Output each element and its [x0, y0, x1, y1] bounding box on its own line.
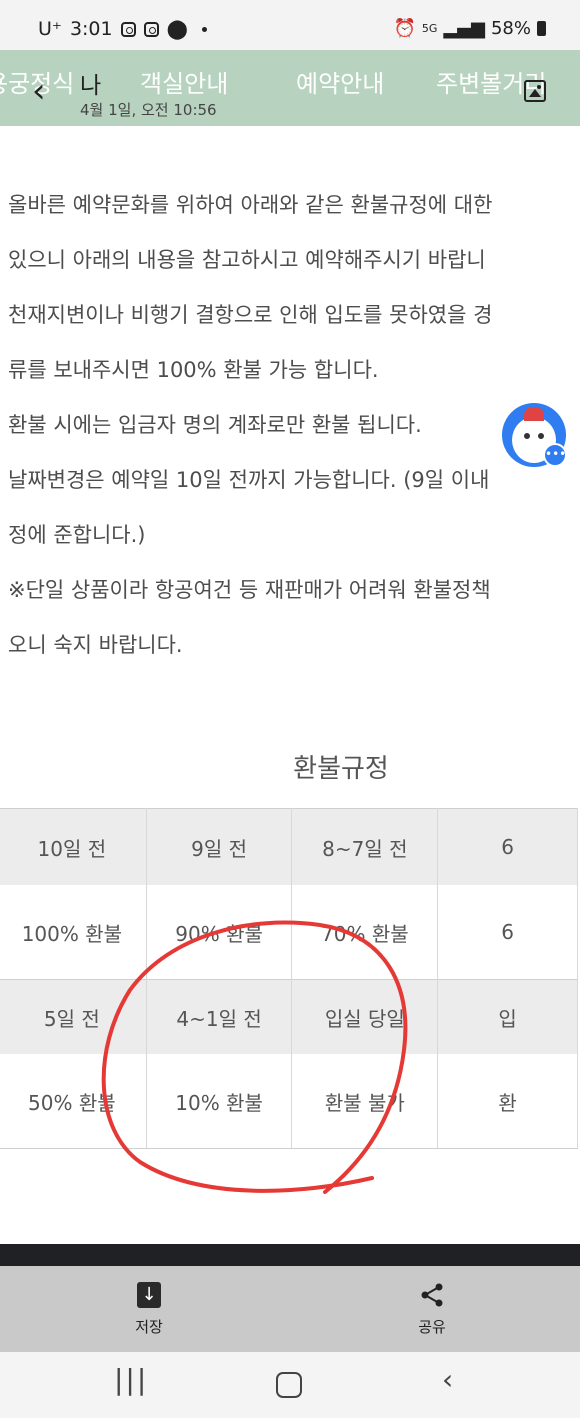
policy-line: 날짜변경은 예약일 10일 전까지 가능합니다. (9일 이내 — [8, 468, 490, 492]
back-nav-icon[interactable]: ‹ — [442, 1366, 453, 1394]
table-cell: 70% 환불 — [291, 885, 439, 980]
back-icon[interactable]: ‹ — [32, 74, 46, 108]
status-bar: U⁺ 3:01 ⬤ ⏰ 5G ▂▄▆ 58% — [0, 0, 580, 50]
policy-text: 올바른 예약문화를 위하여 아래와 같은 환불규정에 대한 있으니 아래의 내용… — [8, 178, 580, 673]
app-notification-icon: ⬤ — [166, 18, 188, 40]
share-label: 공유 — [418, 1318, 446, 1336]
share-icon — [420, 1282, 444, 1308]
table-cell: 4~1일 전 — [146, 979, 293, 1054]
policy-line: 천재지변이나 비행기 결항으로 인해 입도를 못하였을 경 — [8, 303, 493, 327]
table-row: 5일 전 4~1일 전 입실 당일 입 — [0, 979, 578, 1054]
table-row: 100% 환불 90% 환불 70% 환불 6 — [0, 885, 578, 980]
table-cell: 5일 전 — [0, 979, 147, 1054]
gallery-icon[interactable] — [524, 80, 546, 102]
table-cell: 8~7일 전 — [291, 808, 439, 885]
page-footer-band — [0, 1244, 580, 1266]
policy-line: 류를 보내주시면 100% 환불 가능 합니다. — [8, 358, 379, 382]
policy-line: ※단일 상품이라 항공여건 등 재판매가 어려워 환불정책 — [8, 578, 491, 602]
table-cell: 입 — [437, 979, 578, 1054]
table-row: 10일 전 9일 전 8~7일 전 6 — [0, 808, 578, 885]
chatbot-eye — [524, 433, 530, 439]
table-cell: 90% 환불 — [146, 885, 293, 980]
site-header: 용궁정식 객실안내 예약안내 주변볼거리 ‹ 나 4월 1일, 오전 10:56 — [0, 50, 580, 126]
clock: 3:01 — [69, 18, 113, 40]
more-notifications-icon — [201, 26, 207, 32]
sender-name: 나 — [80, 73, 102, 99]
chatbot-eye — [538, 433, 544, 439]
battery-icon — [537, 21, 546, 36]
image-action-bar: 저장 공유 — [0, 1266, 580, 1352]
chat-bubble-icon[interactable]: ••• — [543, 443, 567, 467]
network-label: 5G — [421, 22, 438, 35]
table-row: 50% 환불 10% 환불 환불 불가 환 — [0, 1054, 578, 1149]
sent-date: 4월 1일, 오전 10:56 — [80, 101, 217, 119]
table-cell: 환불 불가 — [291, 1054, 439, 1149]
table-cell: 6 — [437, 885, 578, 980]
system-nav-bar: ||| ‹ — [0, 1352, 580, 1418]
nav-item-reservation[interactable]: 예약안내 — [296, 64, 384, 99]
download-icon — [137, 1282, 161, 1308]
nav-item-rooms[interactable]: 객실안내 — [140, 64, 228, 99]
table-cell: 6 — [437, 808, 578, 885]
recent-apps-icon[interactable]: ||| — [114, 1366, 148, 1394]
table-cell: 50% 환불 — [0, 1054, 147, 1149]
battery-label: 58% — [490, 18, 531, 39]
save-button[interactable]: 저장 — [109, 1282, 189, 1337]
policy-line: 있으니 아래의 내용을 참고하시고 예약해주시기 바랍니 — [8, 248, 486, 272]
table-cell: 입실 당일 — [291, 979, 439, 1054]
signal-icon: ▂▄▆ — [443, 18, 485, 39]
table-cell: 환 — [437, 1054, 578, 1149]
save-label: 저장 — [135, 1318, 163, 1336]
carrier-label: U⁺ — [38, 18, 62, 40]
policy-line: 오니 숙지 바랍니다. — [8, 633, 183, 657]
table-cell: 9일 전 — [146, 808, 293, 885]
chatbot-hat — [524, 407, 544, 421]
instagram-icon — [120, 21, 136, 37]
table-cell: 10일 전 — [0, 808, 147, 885]
table-cell: 100% 환불 — [0, 885, 147, 980]
policy-line: 환불 시에는 입금자 명의 계좌로만 환불 됩니다. — [8, 413, 422, 437]
alarm-icon: ⏰ — [393, 18, 416, 39]
share-button[interactable]: 공유 — [392, 1282, 472, 1337]
instagram-icon-2 — [143, 21, 159, 37]
table-cell: 10% 환불 — [146, 1054, 293, 1149]
refund-table: 10일 전 9일 전 8~7일 전 6 100% 환불 90% 환불 70% 환… — [0, 808, 578, 1149]
policy-line: 정에 준합니다.) — [8, 523, 146, 547]
refund-table-title: 환불규정 — [293, 754, 389, 784]
policy-line: 올바른 예약문화를 위하여 아래와 같은 환불규정에 대한 — [8, 193, 493, 217]
home-icon[interactable] — [276, 1372, 302, 1398]
